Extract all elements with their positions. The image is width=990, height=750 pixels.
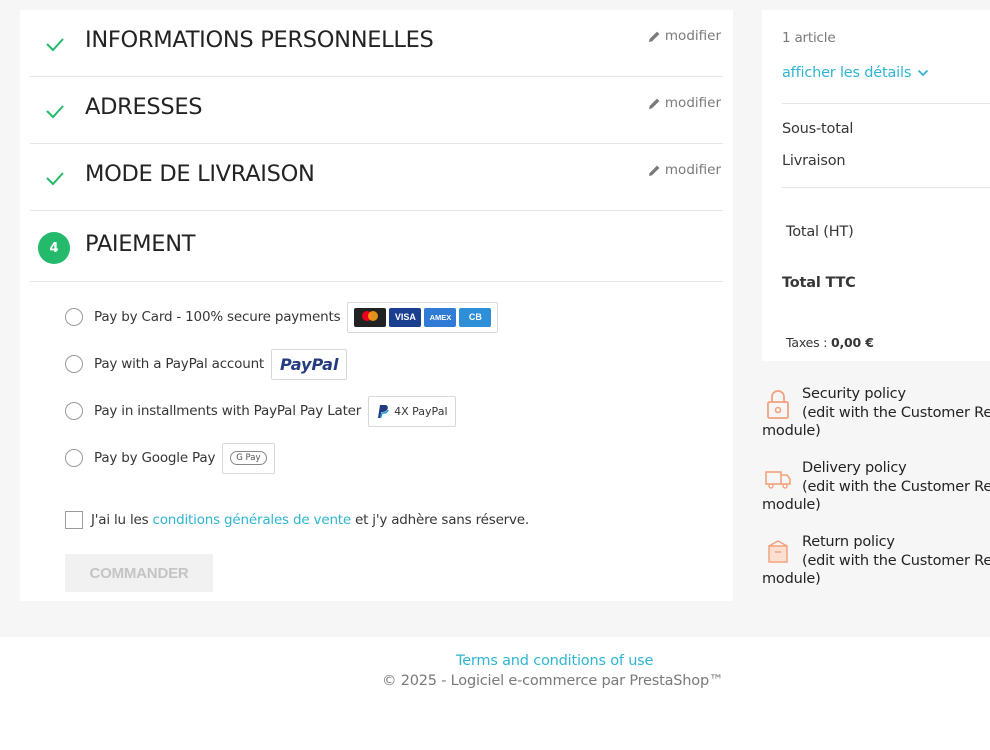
edit-delivery-link[interactable]: modifier	[648, 162, 721, 178]
paypal-logo: PayPal	[271, 348, 348, 380]
shipping-label: Livraison	[782, 153, 846, 169]
items-count: 1 article	[782, 30, 836, 46]
check-icon	[46, 105, 64, 119]
policy-desc: (edit with the Customer Re	[802, 479, 990, 495]
policy-desc: (edit with the Customer Re	[802, 553, 990, 569]
paylater-text: 4X PayPal	[394, 404, 448, 418]
pencil-icon	[648, 31, 660, 42]
payment-option-googlepay[interactable]: Pay by Google Pay G Pay	[65, 442, 275, 474]
policy-desc-cont: module)	[762, 497, 821, 513]
taxes-label: Taxes :	[786, 335, 828, 350]
cart-summary: 1 article afficher les détails Sous-tota…	[762, 10, 990, 361]
check-icon	[46, 172, 64, 186]
place-order-button[interactable]: COMMANDER	[65, 554, 213, 592]
step-title: MODE DE LIVRAISON	[85, 161, 315, 187]
cb-logo: CB	[459, 307, 492, 327]
payment-option-paypal[interactable]: Pay with a PayPal account PayPal	[65, 348, 348, 380]
edit-label: modifier	[664, 95, 721, 111]
mastercard-logo	[354, 307, 387, 327]
paylater-logo: 4X PayPal	[368, 395, 456, 427]
terms-checkbox[interactable]	[65, 511, 83, 529]
googlepay-logo: G Pay	[222, 442, 275, 474]
summary-divider	[782, 187, 990, 188]
edit-addresses-link[interactable]: modifier	[648, 95, 721, 111]
payment-option-label: Pay in installments with PayPal Pay Late…	[94, 403, 362, 419]
total-ttc-label: Total TTC	[782, 275, 856, 291]
show-details-link[interactable]: afficher les détails	[782, 65, 929, 81]
policy-title: Security policy	[802, 386, 906, 402]
step-title: INFORMATIONS PERSONNELLES	[85, 27, 434, 53]
policy-desc: (edit with the Customer Re	[802, 405, 990, 421]
step-delivery-method[interactable]: MODE DE LIVRAISON modifier	[30, 144, 723, 211]
payment-option-label: Pay by Google Pay	[94, 450, 216, 466]
payment-option-card[interactable]: Pay by Card - 100% secure payments VISA …	[65, 301, 499, 333]
policy-title: Delivery policy	[802, 460, 907, 476]
edit-label: modifier	[664, 162, 721, 178]
step-number-badge: 4	[38, 232, 70, 264]
payment-option-paylater[interactable]: Pay in installments with PayPal Pay Late…	[65, 395, 456, 427]
edit-label: modifier	[664, 28, 721, 44]
check-icon	[46, 38, 64, 52]
taxes-row: Taxes : 0,00 €	[786, 335, 874, 350]
paypal-p-icon	[378, 404, 389, 418]
copyright-text: © 2025 - Logiciel e-commerce par PrestaS…	[382, 673, 724, 689]
visa-logo: VISA	[389, 307, 422, 327]
step-payment: 4 PAIEMENT	[30, 211, 723, 282]
show-details-label: afficher les détails	[782, 65, 912, 81]
step-title: PAIEMENT	[85, 231, 196, 257]
payment-radio[interactable]	[65, 449, 83, 467]
taxes-value: 0,00 €	[831, 335, 874, 350]
gpay-badge: G Pay	[230, 451, 267, 465]
policy-desc-cont: module)	[762, 571, 821, 587]
payment-radio[interactable]	[65, 355, 83, 373]
payment-radio[interactable]	[65, 308, 83, 326]
pencil-icon	[648, 165, 660, 176]
payment-option-label: Pay with a PayPal account	[94, 356, 265, 372]
total-ht-label: Total (HT)	[786, 224, 854, 240]
step-title: ADRESSES	[85, 94, 203, 120]
card-logos: VISA AMEX CB	[347, 301, 499, 333]
step-personal-information[interactable]: INFORMATIONS PERSONNELLES modifier	[30, 10, 723, 77]
summary-divider	[782, 103, 990, 104]
checkout-steps-panel: INFORMATIONS PERSONNELLES modifier ADRES…	[20, 10, 733, 601]
paypal-wordmark: PayPal	[280, 354, 339, 374]
payment-radio[interactable]	[65, 402, 83, 420]
terms-suffix: et j'y adhère sans réserve.	[355, 512, 530, 528]
terms-link[interactable]: conditions générales de vente	[153, 512, 352, 528]
terms-of-use-link[interactable]: Terms and conditions of use	[456, 653, 653, 669]
subtotal-label: Sous-total	[782, 121, 854, 137]
policy-desc-cont: module)	[762, 423, 821, 439]
terms-prefix: J'ai lu les	[91, 512, 149, 528]
step-addresses[interactable]: ADRESSES modifier	[30, 77, 723, 144]
edit-personal-info-link[interactable]: modifier	[648, 28, 721, 44]
payment-option-label: Pay by Card - 100% secure payments	[94, 309, 341, 325]
amex-logo: AMEX	[424, 307, 457, 327]
policy-title: Return policy	[802, 534, 895, 550]
terms-agreement: J'ai lu les conditions générales de vent…	[65, 511, 529, 529]
mastercard-circles-icon	[362, 311, 379, 321]
pencil-icon	[648, 98, 660, 109]
footer: Terms and conditions of use © 2025 - Log…	[0, 637, 990, 750]
chevron-down-icon	[918, 69, 929, 77]
